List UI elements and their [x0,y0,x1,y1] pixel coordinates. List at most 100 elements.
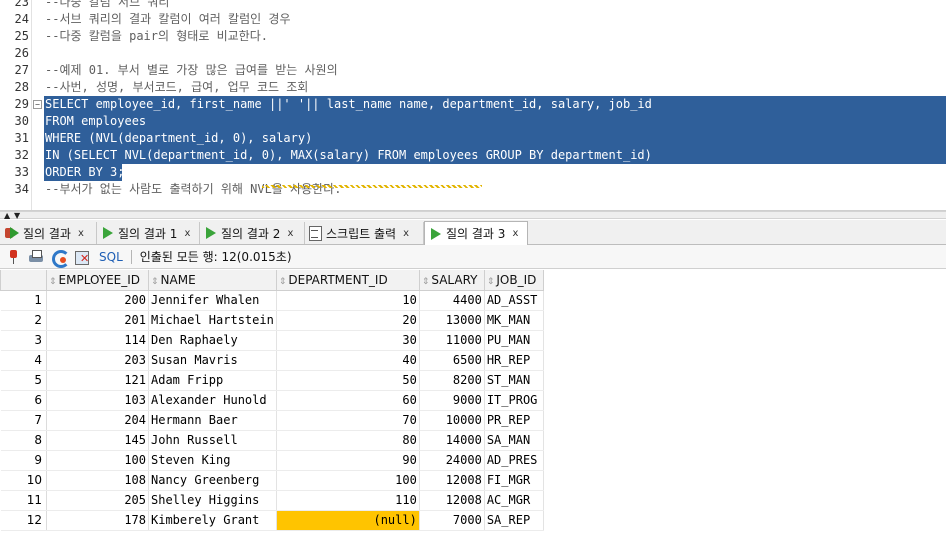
code-line[interactable]: 25 --다중 칼럼을 pair의 형태로 비교한다. [0,28,946,45]
cell-name[interactable]: Alexander Hunold [148,390,277,411]
cell-employee-id[interactable]: 145 [46,430,149,451]
table-row[interactable]: 5 121 Adam Fripp 50 8200 ST_MAN [0,370,544,391]
row-number[interactable]: 1 [0,290,47,311]
cell-job-id[interactable]: HR_REP [484,350,544,371]
close-icon[interactable]: x [78,228,84,239]
cell-department-id[interactable]: 80 [276,430,420,451]
cell-job-id[interactable]: AD_ASST [484,290,544,311]
table-row[interactable]: 2 201 Michael Hartstein 20 13000 MK_MAN [0,310,544,331]
cell-job-id[interactable]: IT_PROG [484,390,544,411]
cell-job-id[interactable]: SA_REP [484,510,544,531]
cell-employee-id[interactable]: 203 [46,350,149,371]
cell-salary[interactable]: 4400 [419,290,485,311]
row-number[interactable]: 12 [0,510,47,531]
tab-query-result[interactable]: 질의 결과 1 x [97,222,200,244]
print-icon[interactable] [27,248,45,266]
cell-salary[interactable]: 12008 [419,470,485,491]
row-number[interactable]: 9 [0,450,47,471]
cell-employee-id[interactable]: 121 [46,370,149,391]
row-number[interactable]: 2 [0,310,47,331]
cell-job-id[interactable]: AC_MGR [484,490,544,511]
cell-name[interactable]: Jennifer Whalen [148,290,277,311]
sql-button[interactable]: SQL [99,250,123,264]
cell-name[interactable]: Adam Fripp [148,370,277,391]
column-header[interactable]: ⇕ DEPARTMENT_ID [275,270,420,291]
table-row[interactable]: 8 145 John Russell 80 14000 SA_MAN [0,430,544,451]
code-line[interactable]: 24 --서브 쿼리의 결과 칼럼이 여러 칼럼인 경우 [0,11,946,28]
cell-name[interactable]: Hermann Baer [148,410,277,431]
code-line[interactable]: 32 IN (SELECT NVL(department_id, 0), MAX(… [0,147,946,164]
tab-query-result[interactable]: 스크립트 출력 x [305,222,424,244]
sql-editor[interactable]: 23 --다중 칼럼 서브 쿼리 24 --서브 쿼리의 결과 칼럼이 여러 칼럼인 … [0,0,946,211]
fold-toggle-icon[interactable]: − [33,100,42,109]
close-icon[interactable]: x [512,228,518,239]
column-header[interactable]: ⇕ EMPLOYEE_ID [46,270,149,291]
cell-employee-id[interactable]: 100 [46,450,149,471]
cell-department-id[interactable]: 60 [276,390,420,411]
cell-salary[interactable]: 6500 [419,350,485,371]
cell-department-id[interactable]: 20 [276,310,420,331]
close-icon[interactable]: x [184,228,190,239]
cell-job-id[interactable]: PR_REP [484,410,544,431]
cell-salary[interactable]: 24000 [419,450,485,471]
cell-department-id[interactable]: 40 [276,350,420,371]
cell-department-id[interactable]: 10 [276,290,420,311]
collapse-down-icon[interactable]: ▼ [14,212,20,220]
cell-salary[interactable]: 10000 [419,410,485,431]
row-number[interactable]: 11 [0,490,47,511]
column-header[interactable]: ⇕ SALARY [418,270,485,291]
table-row[interactable]: 3 114 Den Raphaely 30 11000 PU_MAN [0,330,544,351]
cell-salary[interactable]: 7000 [419,510,485,531]
table-row[interactable]: 12 178 Kimberely Grant (null) 7000 SA_REP [0,510,544,531]
cell-job-id[interactable]: PU_MAN [484,330,544,351]
cell-name[interactable]: Susan Mavris [148,350,277,371]
tab-query-result[interactable]: 질의 결과 x [2,222,97,244]
table-row[interactable]: 4 203 Susan Mavris 40 6500 HR_REP [0,350,544,371]
row-number[interactable]: 7 [0,410,47,431]
code-line[interactable]: 29− SELECT employee_id, first_name ||' '|… [0,96,946,113]
collapse-up-icon[interactable]: ▲ [4,212,10,220]
cell-name[interactable]: Michael Hartstein [148,310,277,331]
close-icon[interactable]: x [403,228,409,239]
code-line[interactable]: 26 [0,45,946,62]
cell-job-id[interactable]: AD_PRES [484,450,544,471]
cell-department-id[interactable]: (null) [276,510,420,531]
cell-department-id[interactable]: 50 [276,370,420,391]
code-line[interactable]: 27 --예제 01. 부서 별로 가장 많은 급여를 받는 사원의 [0,62,946,79]
table-row[interactable]: 10 108 Nancy Greenberg 100 12008 FI_MGR [0,470,544,491]
cell-salary[interactable]: 11000 [419,330,485,351]
cell-name[interactable]: Nancy Greenberg [148,470,277,491]
cell-department-id[interactable]: 90 [276,450,420,471]
cell-name[interactable]: Steven King [148,450,277,471]
column-header[interactable]: ⇕ NAME [148,270,277,291]
refresh-icon[interactable] [50,248,70,268]
cell-employee-id[interactable]: 200 [46,290,149,311]
cell-job-id[interactable]: ST_MAN [484,370,544,391]
tab-query-result[interactable]: 질의 결과 2 x [200,222,305,244]
row-number[interactable]: 8 [0,430,47,451]
cell-name[interactable]: Den Raphaely [148,330,277,351]
cell-department-id[interactable]: 110 [276,490,420,511]
cell-name[interactable]: Shelley Higgins [148,490,277,511]
cell-department-id[interactable]: 30 [276,330,420,351]
cell-employee-id[interactable]: 108 [46,470,149,491]
row-number[interactable]: 10 [0,470,47,491]
cell-job-id[interactable]: MK_MAN [484,310,544,331]
row-number[interactable]: 3 [0,330,47,351]
tab-query-result[interactable]: 질의 결과 3 x [424,221,528,245]
table-row[interactable]: 7 204 Hermann Baer 70 10000 PR_REP [0,410,544,431]
code-line[interactable]: 34 --부서가 없는 사람도 출력하기 위해 NVL을 사용한다. [0,181,946,198]
table-row[interactable]: 6 103 Alexander Hunold 60 9000 IT_PROG [0,390,544,411]
table-row[interactable]: 11 205 Shelley Higgins 110 12008 AC_MGR [0,490,544,511]
column-header[interactable]: ⇕ JOB_ID [483,270,544,291]
row-number[interactable]: 6 [0,390,47,411]
cell-job-id[interactable]: SA_MAN [484,430,544,451]
cell-employee-id[interactable]: 114 [46,330,149,351]
cell-department-id[interactable]: 70 [276,410,420,431]
panel-splitter[interactable]: ▲ ▼ [0,211,946,220]
cell-salary[interactable]: 12008 [419,490,485,511]
cell-employee-id[interactable]: 103 [46,390,149,411]
table-row[interactable]: 9 100 Steven King 90 24000 AD_PRES [0,450,544,471]
code-line[interactable]: 23 --다중 칼럼 서브 쿼리 [0,0,946,11]
clear-icon[interactable] [73,248,91,266]
